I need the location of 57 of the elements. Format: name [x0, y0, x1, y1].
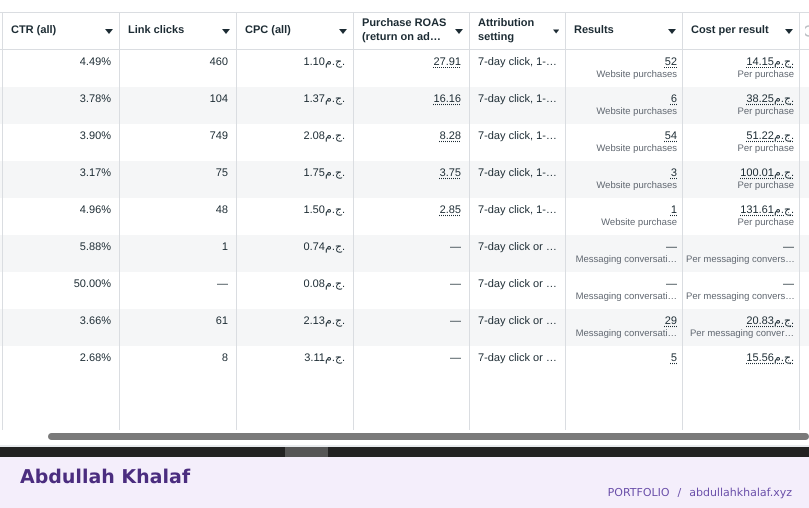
cell-caption: Messaging conversati…	[574, 328, 677, 341]
cell-caption: Per purchase	[736, 180, 794, 193]
table-cell[interactable]: 51.22ج.م.	[746, 130, 794, 142]
table-cell[interactable]: 3	[670, 167, 677, 179]
separator: /	[678, 486, 682, 499]
cell-caption: Per purchase	[736, 69, 794, 82]
table-cell: —	[450, 352, 461, 364]
table-cell[interactable]: —	[783, 278, 794, 290]
caret-icon[interactable]	[552, 28, 559, 34]
caret-icon[interactable]	[668, 28, 676, 34]
scrollbar-thumb[interactable]	[48, 433, 809, 440]
cell-caption: Per messaging conver…	[688, 328, 794, 341]
cell-caption: Per messaging convers…	[686, 254, 794, 267]
cell-caption: Website purchases	[595, 143, 677, 156]
cell-caption: Website purchases	[595, 106, 677, 119]
table-cell: —	[450, 278, 461, 290]
table-cell[interactable]: 14.15ج.م.	[746, 56, 794, 68]
table-cell: 3.75	[440, 167, 461, 179]
cell-caption: Messaging conversati…	[574, 291, 677, 304]
caret-icon[interactable]	[222, 28, 230, 34]
table-cell[interactable]: 20.83ج.م.	[746, 315, 794, 327]
table-cell: 27.91	[433, 56, 461, 68]
table-cell[interactable]: —	[666, 241, 677, 253]
caret-icon[interactable]	[105, 28, 113, 34]
table-cell[interactable]: 6	[670, 93, 677, 105]
caret-icon[interactable]	[339, 28, 347, 34]
table-cell[interactable]: —	[783, 241, 794, 253]
table-cell[interactable]: 52	[664, 56, 677, 68]
table-cell: —	[450, 241, 461, 253]
cell-caption: Per purchase	[736, 217, 794, 230]
cell-caption: Website purchases	[595, 180, 677, 193]
table-cell[interactable]: 5	[670, 352, 677, 364]
table-cell[interactable]: 1	[670, 204, 677, 216]
caret-icon[interactable]	[455, 28, 463, 34]
site-link[interactable]: abdullahkhalaf.xyz	[689, 486, 792, 499]
table-cell: 2.85	[440, 204, 461, 216]
brand-name: Abdullah Khalaf	[20, 465, 190, 490]
table-cell: 8.28	[440, 130, 461, 142]
table-cell[interactable]: 54	[664, 130, 677, 142]
strip-handle[interactable]	[285, 447, 328, 457]
table-cell[interactable]: 29	[664, 315, 677, 327]
cell-caption: Per purchase	[736, 106, 794, 119]
cell-caption: Messaging conversati…	[574, 254, 677, 267]
table-cell[interactable]: 131.61ج.م.	[740, 204, 794, 216]
table-cell: 16.16	[433, 93, 461, 105]
table-cell: —	[450, 315, 461, 327]
portfolio-link[interactable]: PORTFOLIO	[608, 486, 670, 499]
cell-caption: Per messaging convers…	[686, 291, 794, 304]
caret-icon[interactable]	[785, 28, 793, 34]
table-cell[interactable]: 15.56ج.م.	[746, 352, 794, 364]
cell-caption: Website purchases	[595, 69, 677, 82]
table-cell[interactable]: 100.01ج.م.	[740, 167, 794, 179]
cell-caption: Website purchase	[600, 217, 677, 230]
horizontal-scrollbar[interactable]	[0, 430, 809, 447]
table-cell[interactable]: 38.25ج.م.	[746, 93, 794, 105]
table-cell[interactable]: —	[666, 278, 677, 290]
cell-caption: Per purchase	[736, 143, 794, 156]
